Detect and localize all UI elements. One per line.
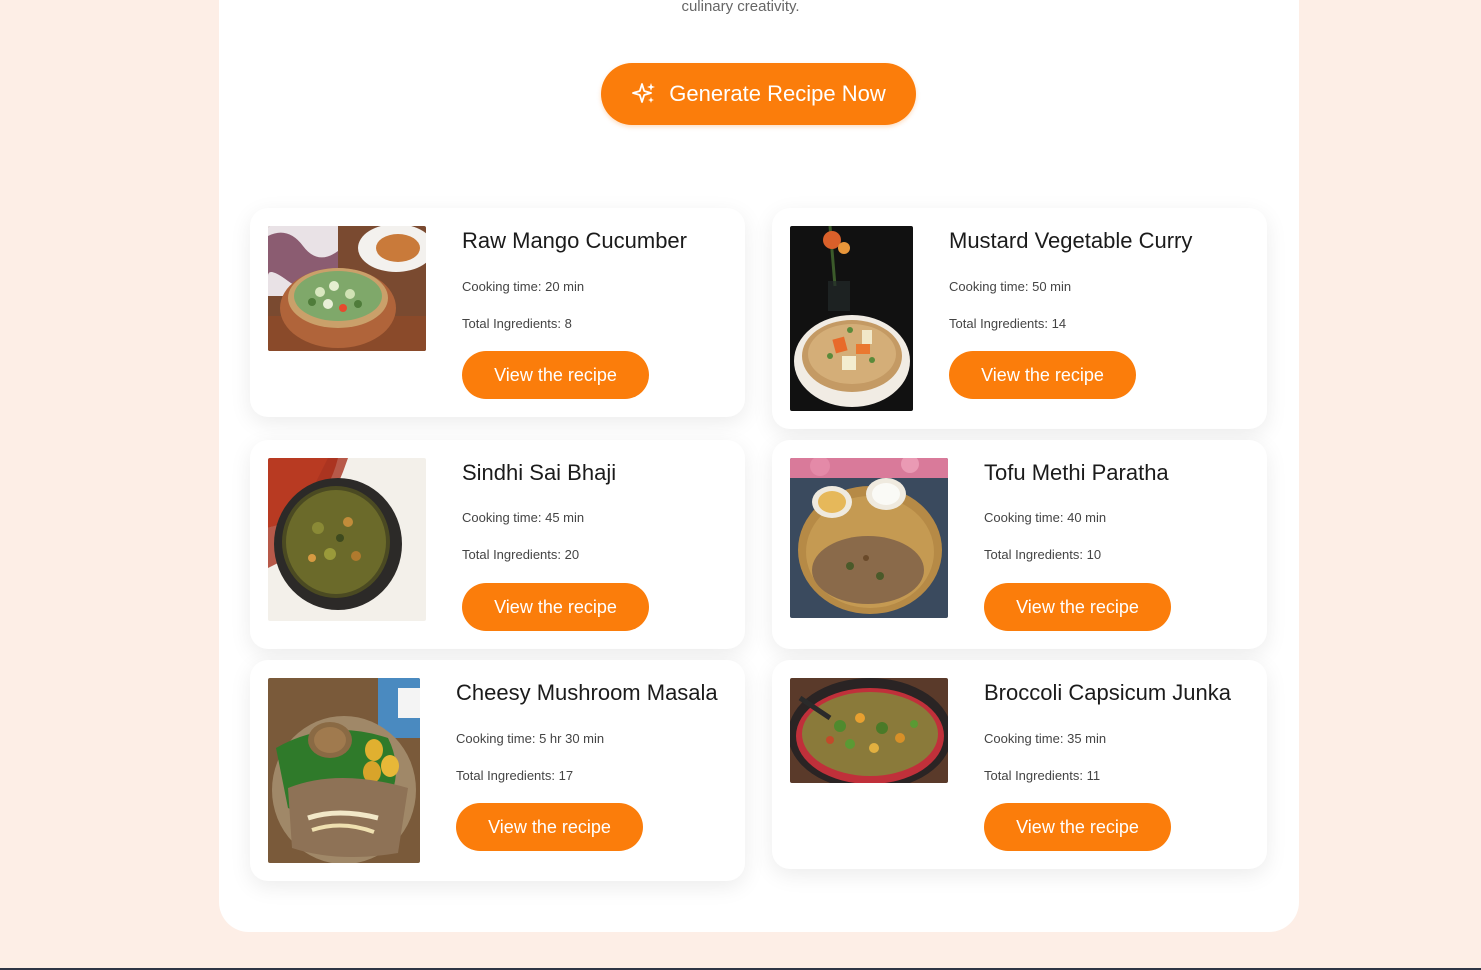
recipe-title: Sindhi Sai Bhaji: [462, 460, 617, 485]
view-recipe-button[interactable]: View the recipe: [984, 583, 1171, 631]
view-recipe-button[interactable]: View the recipe: [456, 803, 643, 851]
recipe-card: Broccoli Capsicum Junka Cooking time: 35…: [772, 660, 1267, 869]
view-recipe-button[interactable]: View the recipe: [984, 803, 1171, 851]
total-ingredients: Total Ingredients: 10: [984, 547, 1102, 562]
view-recipe-button[interactable]: View the recipe: [949, 351, 1136, 399]
recipe-image[interactable]: [268, 678, 420, 863]
recipe-title: Cheesy Mushroom Masala: [456, 680, 718, 705]
recipe-image[interactable]: [268, 226, 426, 351]
view-recipe-button[interactable]: View the recipe: [462, 351, 649, 399]
recipe-image[interactable]: [790, 226, 913, 411]
recipe-title: Mustard Vegetable Curry: [949, 228, 1193, 253]
cooking-time: Cooking time: 45 min: [462, 510, 585, 525]
recipe-card: Mustard Vegetable Curry Cooking time: 50…: [772, 208, 1267, 429]
cooking-time: Cooking time: 35 min: [984, 731, 1107, 746]
cooking-time: Cooking time: 40 min: [984, 510, 1107, 525]
cooking-time: Cooking time: 50 min: [949, 279, 1072, 294]
recipe-image[interactable]: [790, 458, 948, 618]
recipe-card: Cheesy Mushroom Masala Cooking time: 5 h…: [250, 660, 745, 881]
cooking-time: Cooking time: 5 hr 30 min: [456, 731, 605, 746]
sparkles-icon: [631, 81, 657, 107]
total-ingredients: Total Ingredients: 8: [462, 316, 572, 331]
recipe-image[interactable]: [268, 458, 426, 621]
recipe-card: Sindhi Sai Bhaji Cooking time: 45 min To…: [250, 440, 745, 649]
recipe-title: Raw Mango Cucumber: [462, 228, 687, 253]
recipe-title: Broccoli Capsicum Junka: [984, 680, 1231, 705]
recipe-title: Tofu Methi Paratha: [984, 460, 1169, 485]
generate-recipe-button[interactable]: Generate Recipe Now: [601, 63, 916, 125]
cooking-time: Cooking time: 20 min: [462, 279, 585, 294]
total-ingredients: Total Ingredients: 20: [462, 547, 580, 562]
total-ingredients: Total Ingredients: 11: [984, 768, 1101, 783]
generate-recipe-label: Generate Recipe Now: [669, 81, 886, 106]
total-ingredients: Total Ingredients: 17: [456, 768, 574, 783]
tagline-text: culinary creativity.: [681, 0, 800, 14]
recipe-image[interactable]: [790, 678, 948, 783]
total-ingredients: Total Ingredients: 14: [949, 316, 1067, 331]
recipe-card: Raw Mango Cucumber Cooking time: 20 min …: [250, 208, 745, 417]
recipe-card: Tofu Methi Paratha Cooking time: 40 min …: [772, 440, 1267, 649]
view-recipe-button[interactable]: View the recipe: [462, 583, 649, 631]
